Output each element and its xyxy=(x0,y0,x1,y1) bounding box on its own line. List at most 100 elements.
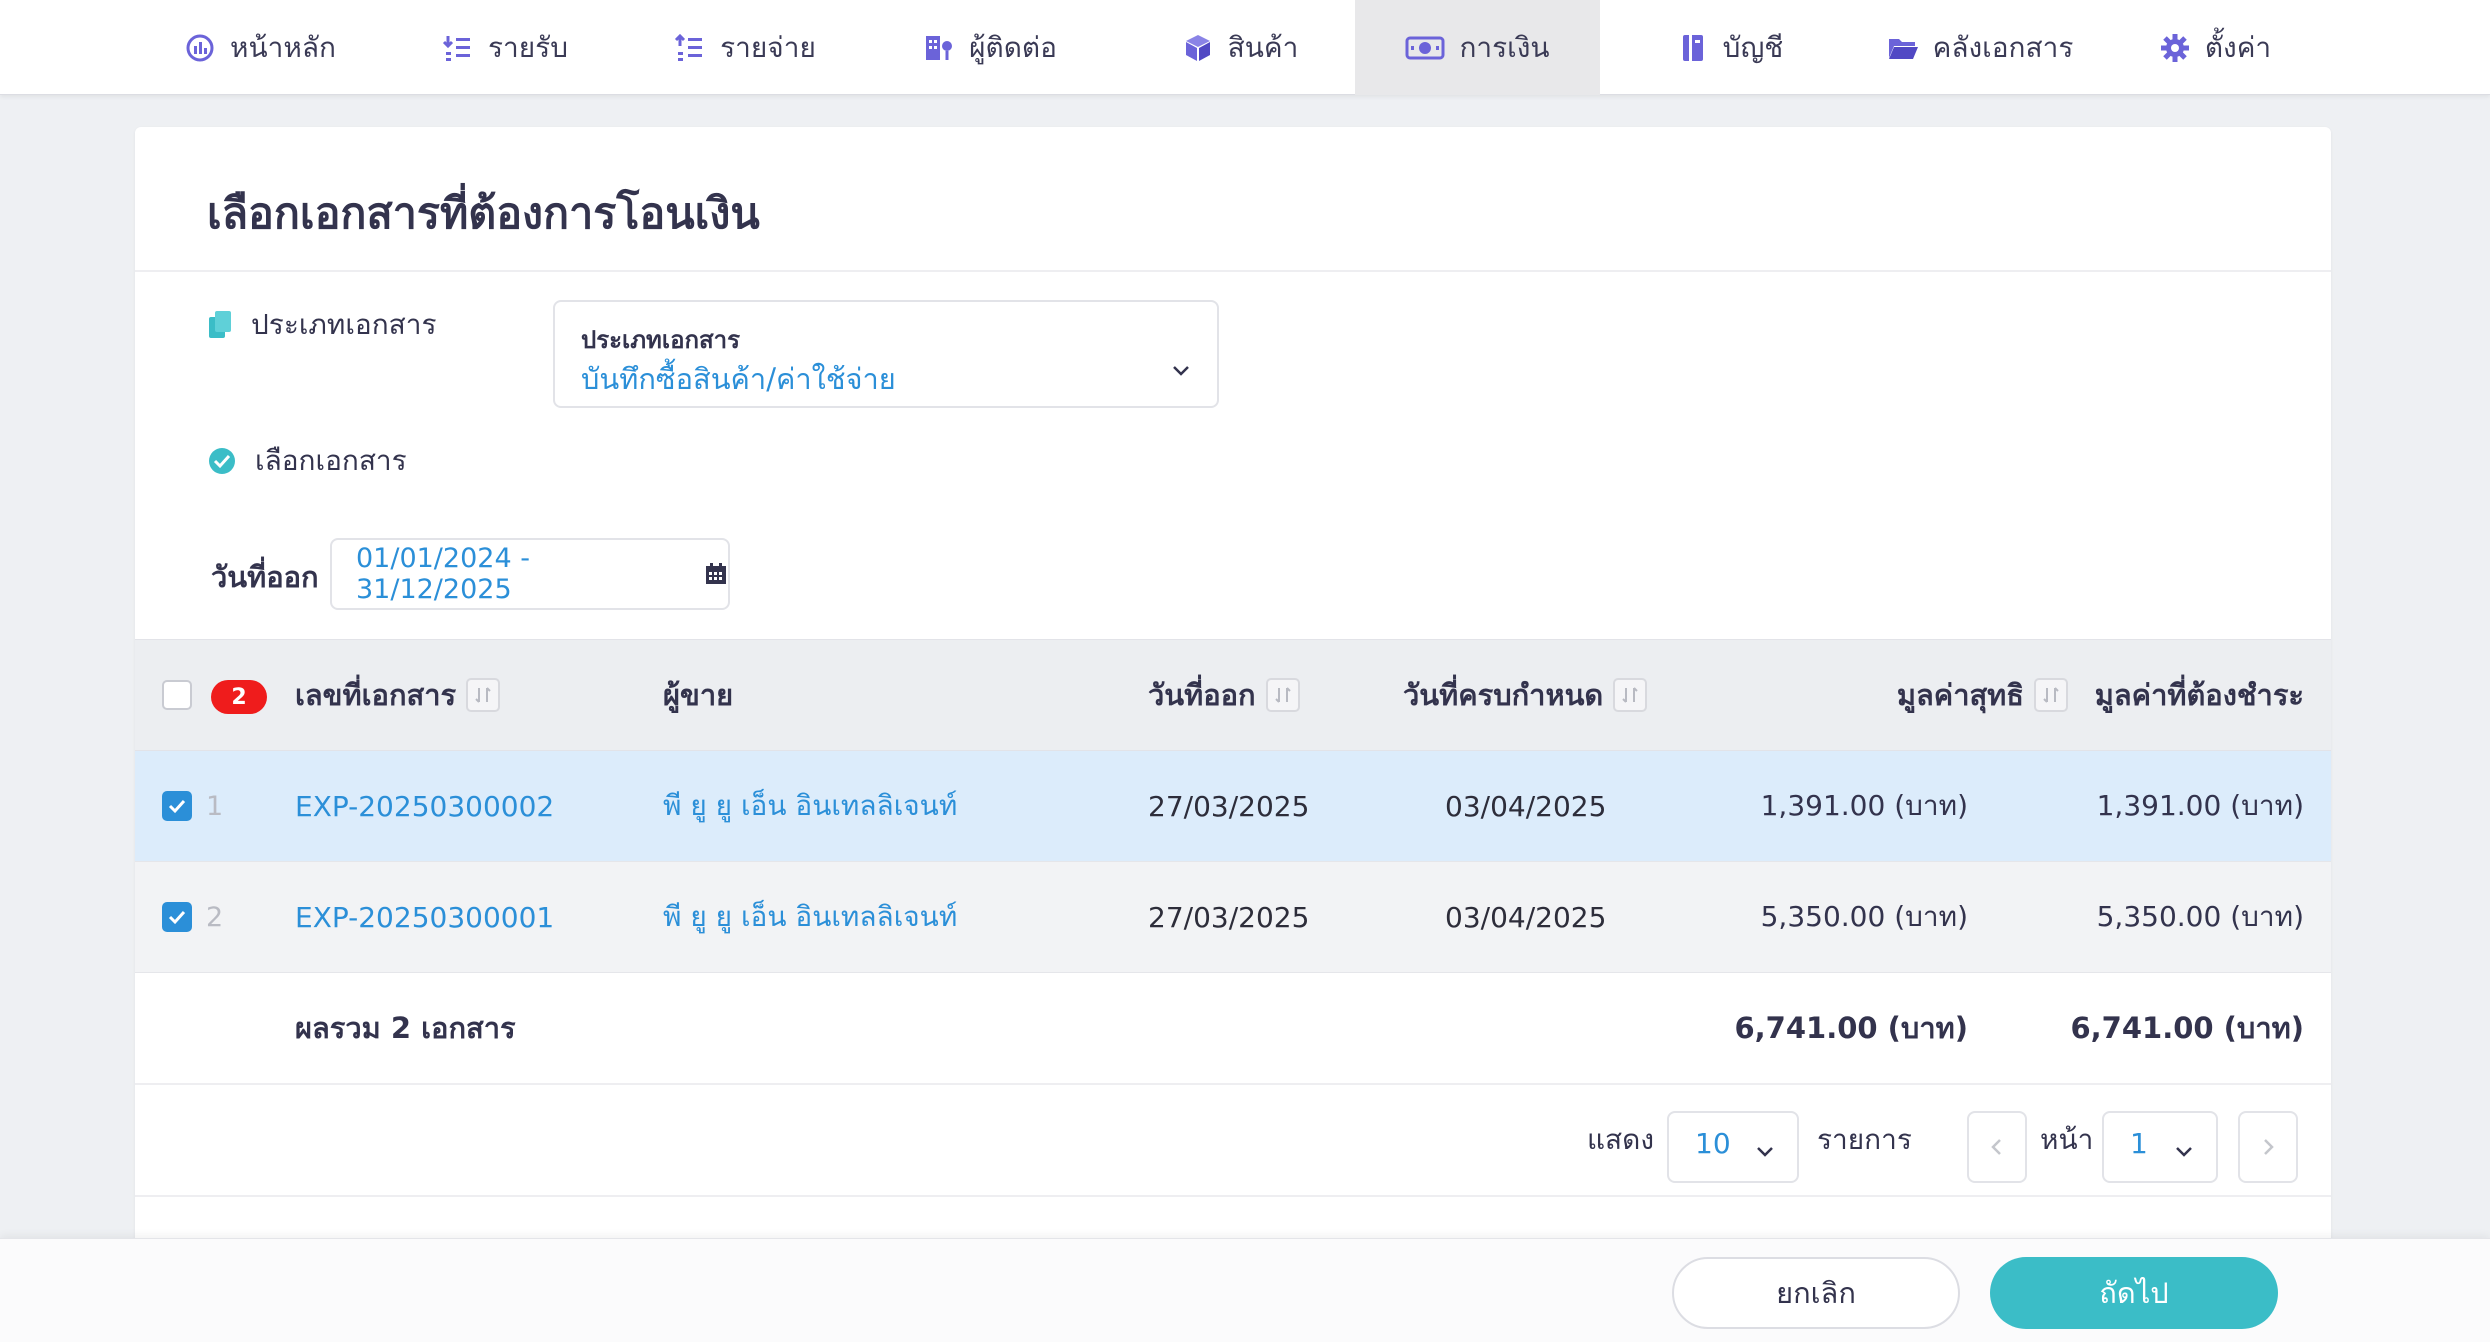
doc-type-select[interactable]: ประเภทเอกสาร บันทึกซื้อสินค้า/ค่าใช้จ่าย xyxy=(553,300,1219,408)
vendor-link[interactable]: พี ยู ยู เอ็น อินเทลลิเจนท์ xyxy=(663,751,957,861)
nav-item-label: รายจ่าย xyxy=(720,30,816,64)
sort-arrows-icon xyxy=(1622,687,1638,703)
nav-item-income[interactable]: รายรับ xyxy=(420,0,590,95)
doc-no-link[interactable]: EXP-20250300001 xyxy=(295,862,554,972)
header-due-date-label: วันที่ครบกำหนด xyxy=(1403,678,1604,712)
next-button[interactable]: ถัดไป xyxy=(1990,1257,2278,1329)
doc-type-section: ประเภทเอกสาร xyxy=(207,303,437,347)
accounting-book-icon xyxy=(1677,32,1709,64)
nav-item-document-storage[interactable]: คลังเอกสาร xyxy=(1860,0,2100,95)
nav-item-label: คลังเอกสาร xyxy=(1932,30,2074,64)
finance-money-icon xyxy=(1405,32,1445,64)
nav-item-label: บัญชี xyxy=(1722,30,1784,64)
total-row: ผลรวม 2 เอกสาร 6,741.00 (บาท) 6,741.00 (… xyxy=(135,973,2331,1085)
dashboard-gauge-icon xyxy=(184,32,216,64)
amount-due: 5,350.00 (บาท) xyxy=(2096,900,2304,933)
checkmark-icon xyxy=(168,799,186,814)
nav-item-home[interactable]: หน้าหลัก xyxy=(160,0,360,95)
row-select-cell: 2 xyxy=(162,862,223,972)
nav-item-settings[interactable]: ตั้งค่า xyxy=(2140,0,2290,95)
folder-open-icon xyxy=(1887,32,1919,64)
prev-page-button[interactable] xyxy=(1967,1111,2027,1183)
page-title: เลือกเอกสารที่ต้องการโอนเงิน xyxy=(207,189,760,239)
header-net-value: มูลค่าสุทธิ xyxy=(1897,640,2068,750)
show-label: แสดง xyxy=(1587,1123,1654,1156)
page-size-value: 10 xyxy=(1695,1127,1731,1160)
doc-type-select-value: บันทึกซื้อสินค้า/ค่าใช้จ่าย xyxy=(581,362,896,396)
doc-type-label: ประเภทเอกสาร xyxy=(251,308,437,341)
nav-item-label: สินค้า xyxy=(1227,30,1299,64)
sort-issue-date-button[interactable] xyxy=(1265,678,1300,712)
sort-arrows-icon xyxy=(1274,687,1291,703)
nav-item-label: ตั้งค่า xyxy=(2204,30,2272,64)
due-date: 03/04/2025 xyxy=(1445,900,1607,934)
sort-doc-no-button[interactable] xyxy=(466,678,501,712)
cancel-button[interactable]: ยกเลิก xyxy=(1672,1257,1960,1329)
income-list-icon xyxy=(442,32,474,64)
page-value: 1 xyxy=(2130,1127,2148,1160)
pagination: แสดง 10 รายการ หน้า 1 xyxy=(135,1085,2331,1197)
top-navigation: หน้าหลัก รายรับ รายจ่าย ผู้ติดต่อ สินค้า… xyxy=(0,0,2490,95)
row-select-cell: 1 xyxy=(162,751,223,861)
net-value: 5,350.00 (บาท) xyxy=(1760,900,1968,933)
select-all-checkbox[interactable] xyxy=(162,680,192,710)
header-vendor: ผู้ขาย xyxy=(663,678,734,712)
header-issue-date: วันที่ออก xyxy=(1148,640,1300,750)
check-circle-icon xyxy=(207,446,237,476)
table-row[interactable]: 1 EXP-20250300002 พี ยู ยู เอ็น อินเทลลิ… xyxy=(135,751,2331,862)
row-number: 2 xyxy=(206,901,224,933)
vendor-link[interactable]: พี ยู ยู เอ็น อินเทลลิเจนท์ xyxy=(663,862,957,972)
table-row[interactable]: 2 EXP-20250300001 พี ยู ยู เอ็น อินเทลลิ… xyxy=(135,862,2331,973)
nav-item-label: ผู้ติดต่อ xyxy=(969,30,1057,64)
row-number: 1 xyxy=(206,790,224,822)
sort-arrows-icon xyxy=(475,687,491,703)
nav-item-label: การเงิน xyxy=(1459,30,1550,64)
issue-date: 27/03/2025 xyxy=(1148,900,1310,934)
next-page-button[interactable] xyxy=(2238,1111,2298,1183)
row-checkbox[interactable] xyxy=(162,902,192,932)
net-value: 1,391.00 (บาท) xyxy=(1760,789,1968,822)
chevron-right-icon xyxy=(2264,1139,2274,1155)
copy-documents-icon xyxy=(207,310,233,340)
date-filter-label: วันที่ออก xyxy=(211,560,319,594)
select-docs-section: เลือกเอกสาร xyxy=(207,439,407,483)
chevron-down-icon xyxy=(2172,1137,2196,1161)
row-checkbox[interactable] xyxy=(162,791,192,821)
amount-due: 1,391.00 (บาท) xyxy=(2096,789,2304,822)
table-header: 2 เลขที่เอกสาร ผู้ขาย วันที่ออก วันที่คร… xyxy=(135,639,2331,751)
date-range-input[interactable]: 01/01/2024 - 31/12/2025 xyxy=(330,538,730,610)
nav-item-accounting[interactable]: บัญชี xyxy=(1660,0,1800,95)
page-size-select[interactable]: 10 xyxy=(1667,1111,1799,1183)
issue-date: 27/03/2025 xyxy=(1148,789,1310,823)
gear-icon xyxy=(2159,32,2191,64)
page-label: หน้า xyxy=(2040,1123,2094,1156)
total-amount-due: 6,741.00 (บาท) xyxy=(2070,1011,2304,1045)
nav-item-expense[interactable]: รายจ่าย xyxy=(660,0,830,95)
items-label: รายการ xyxy=(1817,1123,1912,1156)
header-amount-due: มูลค่าที่ต้องชำระ xyxy=(2094,678,2304,712)
checkmark-icon xyxy=(168,910,186,925)
selected-count-badge: 2 xyxy=(211,680,267,714)
nav-item-products[interactable]: สินค้า xyxy=(1165,0,1315,95)
nav-item-label: รายรับ xyxy=(488,30,568,64)
page-select[interactable]: 1 xyxy=(2102,1111,2218,1183)
select-docs-label: เลือกเอกสาร xyxy=(255,444,407,477)
nav-item-label: หน้าหลัก xyxy=(230,30,336,64)
expense-list-icon xyxy=(674,32,706,64)
date-range-value: 01/01/2024 - 31/12/2025 xyxy=(356,543,530,605)
select-all-cell xyxy=(162,640,192,750)
chevron-down-icon xyxy=(1753,1137,1777,1161)
total-label: ผลรวม 2 เอกสาร xyxy=(295,1011,516,1045)
chevron-down-icon xyxy=(1169,358,1193,382)
calendar-icon xyxy=(704,562,728,586)
product-box-icon xyxy=(1182,32,1214,64)
sort-arrows-icon xyxy=(2043,687,2059,703)
sort-due-date-button[interactable] xyxy=(1613,678,1648,712)
nav-item-finance[interactable]: การเงิน xyxy=(1355,0,1600,95)
header-net-value-label: มูลค่าสุทธิ xyxy=(1896,678,2024,712)
sort-net-value-button[interactable] xyxy=(2034,678,2068,712)
due-date: 03/04/2025 xyxy=(1445,789,1607,823)
header-doc-no-label: เลขที่เอกสาร xyxy=(295,678,457,712)
doc-no-link[interactable]: EXP-20250300002 xyxy=(295,751,554,861)
nav-item-contacts[interactable]: ผู้ติดต่อ xyxy=(905,0,1075,95)
